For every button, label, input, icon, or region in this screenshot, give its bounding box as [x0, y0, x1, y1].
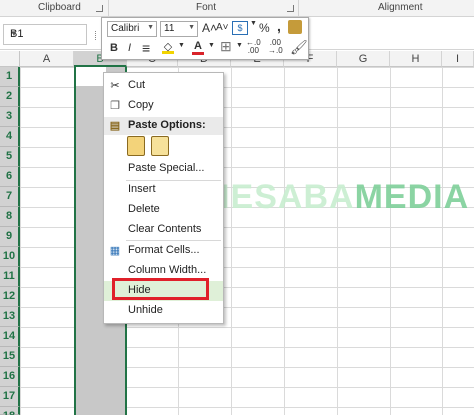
ribbon-separator [108, 0, 109, 17]
chevron-down-icon[interactable]: ▼ [147, 24, 154, 31]
watermark-logo: NESABAMEDIA [205, 178, 469, 217]
mini-toolbar: Calibri ▼ 11 ▼ A˄ A˅ $ ▼ % , B I ≡ ◇ ▼ A ▼… [101, 17, 309, 60]
menu-item-label: Paste Special... [128, 162, 205, 174]
column-header-a[interactable]: A [20, 51, 74, 67]
paintbrush-icon[interactable]: 🖌 [290, 39, 308, 56]
menu-item-format-cells[interactable]: ▦ Format Cells... [104, 241, 223, 261]
font-name-box[interactable]: Calibri ▼ [107, 21, 157, 37]
column-header-i[interactable]: I [442, 51, 474, 67]
grid-line [231, 67, 232, 415]
grid-line [337, 67, 338, 415]
menu-item-unhide[interactable]: Unhide [104, 301, 223, 321]
copy-icon: ❐ [110, 100, 120, 112]
row-header[interactable]: 16 [0, 367, 20, 387]
row-header[interactable]: 5 [0, 147, 20, 167]
ribbon-group-font: Font [196, 2, 217, 13]
paste-option-formatting-icon[interactable] [127, 136, 145, 156]
menu-item-delete[interactable]: Delete [104, 200, 223, 220]
menu-item-label: Unhide [128, 304, 163, 316]
format-cells-icon: ▦ [109, 245, 121, 257]
italic-button[interactable]: I [128, 42, 131, 54]
chevron-down-icon[interactable]: ▼ [188, 24, 195, 31]
menu-item-clear-contents[interactable]: Clear Contents [104, 220, 223, 240]
decrease-decimal-button[interactable]: .00 →.0 [268, 39, 283, 55]
paste-options-header: ▤ Paste Options: [104, 117, 223, 135]
clipboard-launcher-icon[interactable] [96, 5, 103, 12]
chevron-down-icon[interactable]: ▼ [208, 42, 215, 49]
chevron-down-icon[interactable]: ▼ [178, 42, 185, 49]
excel-window: Clipboard Font Alignment B1 ▼ A B C D E … [0, 0, 474, 415]
grid-line [390, 67, 391, 415]
row-header[interactable]: 6 [0, 167, 20, 187]
paste-option-values-icon[interactable] [151, 136, 169, 156]
grow-font-button[interactable]: A˄ [202, 21, 217, 35]
select-all-corner[interactable] [0, 51, 20, 67]
ribbon-group-clipboard: Clipboard [38, 2, 81, 13]
column-header-g[interactable]: G [337, 51, 390, 67]
fill-color-icon[interactable]: ◇ [162, 40, 174, 54]
font-launcher-icon[interactable] [287, 5, 294, 12]
row-header[interactable]: 9 [0, 227, 20, 247]
menu-item-label: Insert [128, 183, 156, 195]
borders-button[interactable]: ⊞ [220, 38, 232, 55]
font-size-value: 11 [164, 23, 175, 34]
chevron-down-icon[interactable]: ▼ [10, 29, 81, 38]
align-center-button[interactable]: ≡ [142, 40, 150, 56]
percent-button[interactable]: % [259, 21, 270, 35]
menu-item-label: Cut [128, 79, 146, 91]
row-header[interactable]: 1 [0, 67, 20, 87]
menu-item-label: Delete [128, 203, 160, 215]
font-size-box[interactable]: 11 ▼ [160, 21, 198, 37]
row-header[interactable]: 10 [0, 247, 20, 267]
row-header[interactable]: 3 [0, 107, 20, 127]
menu-item-paste-special[interactable]: Paste Special... [104, 159, 223, 179]
currency-button[interactable]: $ [232, 21, 248, 35]
highlight-box [112, 278, 209, 300]
menu-item-copy[interactable]: ❐ Copy [104, 96, 223, 116]
watermark-part2: MEDIA [354, 178, 470, 216]
ribbon-separator [298, 0, 299, 17]
menu-item-label: Column Width... [128, 264, 207, 276]
chevron-down-icon[interactable]: ▼ [236, 42, 243, 49]
menu-item-label: Copy [128, 99, 154, 111]
row-header[interactable]: 13 [0, 307, 20, 327]
name-box[interactable]: B1 ▼ [3, 24, 87, 45]
ribbon-group-alignment: Alignment [378, 2, 423, 13]
active-cell-b1[interactable] [76, 67, 106, 86]
increase-decimal-button[interactable]: ←.0 .00 [246, 39, 261, 55]
row-header[interactable]: 12 [0, 287, 20, 307]
font-color-button[interactable]: A [192, 40, 204, 55]
menu-item-insert[interactable]: Insert [104, 180, 223, 200]
menu-item-cut[interactable]: ✂ Cut [104, 76, 223, 96]
menu-item-label: Format Cells... [128, 244, 200, 256]
shrink-font-button[interactable]: A˅ [216, 22, 229, 33]
ribbon-group-bar: Clipboard Font Alignment [0, 0, 474, 17]
row-header[interactable]: 2 [0, 87, 20, 107]
menu-item-label: Paste Options: [128, 119, 206, 131]
row-header[interactable]: 11 [0, 267, 20, 287]
paste-icon: ▤ [109, 120, 121, 132]
bold-button[interactable]: B [110, 42, 118, 54]
row-header[interactable]: 14 [0, 327, 20, 347]
grid-line [284, 67, 285, 415]
font-name-value: Calibri [111, 23, 140, 34]
row-header[interactable]: 7 [0, 187, 20, 207]
comma-button[interactable]: , [277, 18, 281, 34]
grid-line [442, 67, 443, 415]
row-header[interactable]: 18 [0, 407, 20, 415]
row-header[interactable]: 8 [0, 207, 20, 227]
menu-item-label: Clear Contents [128, 223, 202, 235]
scissors-icon: ✂ [110, 80, 120, 92]
format-painter-icon[interactable] [288, 20, 302, 34]
chevron-down-icon[interactable]: ▼ [250, 20, 257, 27]
row-header[interactable]: 17 [0, 387, 20, 407]
watermark-part1: NESABA [205, 178, 355, 216]
column-header-h[interactable]: H [390, 51, 442, 67]
row-header[interactable]: 15 [0, 347, 20, 367]
formula-bar-grip[interactable] [95, 31, 98, 40]
row-header[interactable]: 4 [0, 127, 20, 147]
